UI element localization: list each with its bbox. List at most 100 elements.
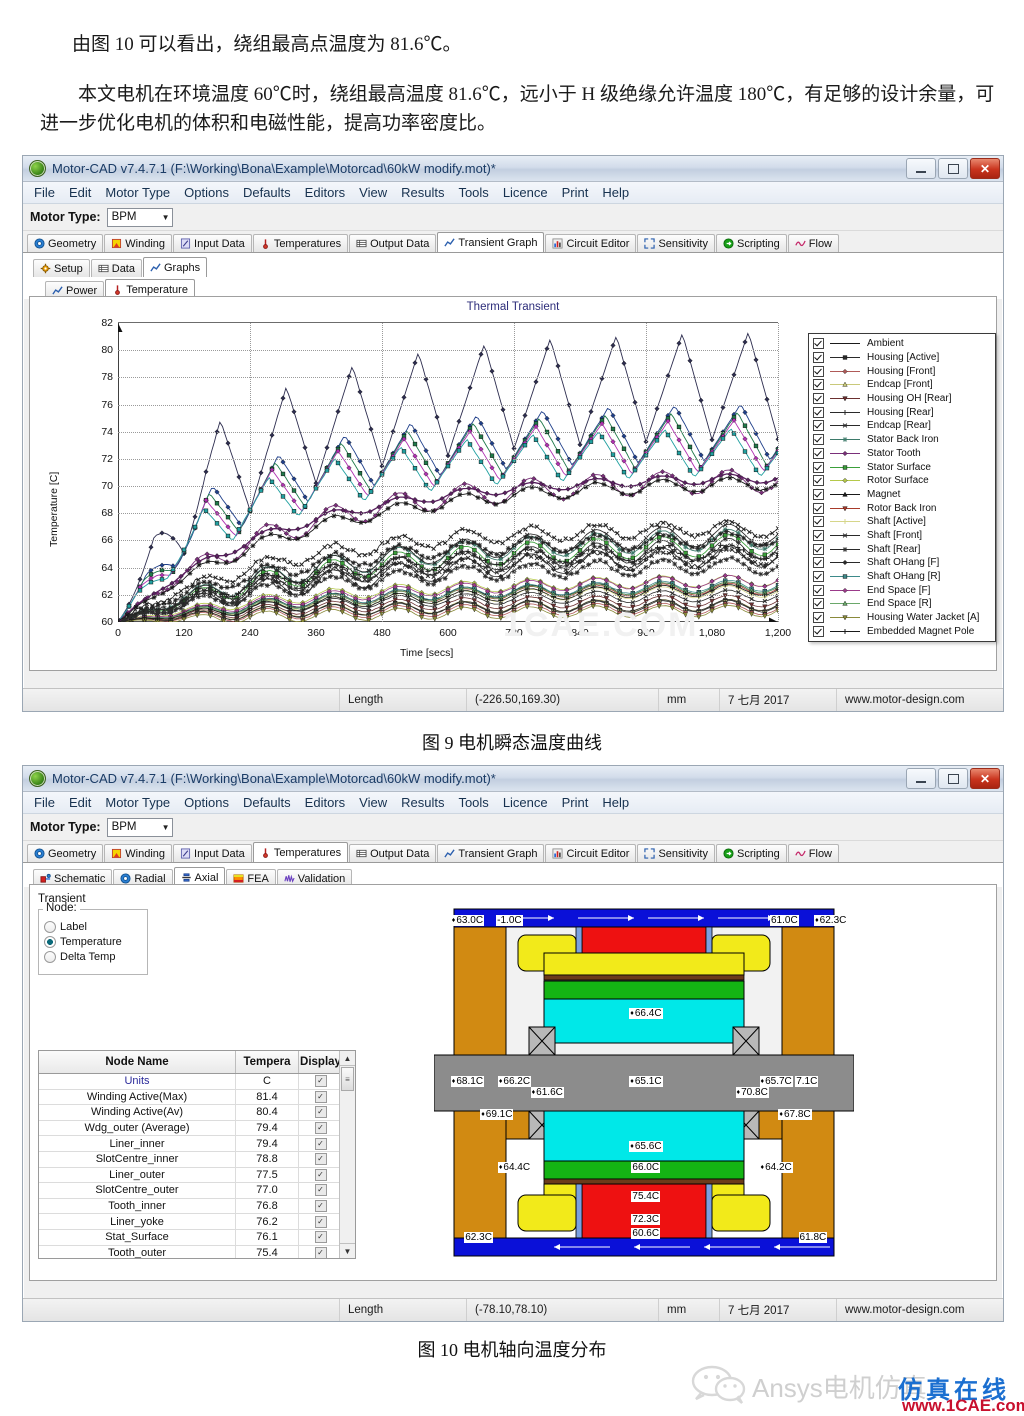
cell-display[interactable]: ✓ — [299, 1183, 343, 1198]
legend-checkbox[interactable] — [813, 584, 824, 596]
table-row[interactable]: Winding Active(Max) 81.4 ✓ — [39, 1089, 355, 1106]
tab-flow[interactable]: Flow — [787, 844, 840, 862]
column-header-node-name[interactable]: Node Name — [39, 1051, 236, 1073]
display-checkbox[interactable]: ✓ — [314, 1246, 327, 1258]
tab-input-data[interactable]: Input Data — [173, 844, 252, 862]
close-button-2[interactable]: ✕ — [970, 768, 1000, 789]
tab-input-data[interactable]: Input Data — [173, 234, 252, 252]
menu-item-edit[interactable]: Edit — [62, 184, 98, 201]
display-checkbox[interactable]: ✓ — [314, 1200, 327, 1213]
cell-display[interactable]: ✓ — [299, 1136, 343, 1151]
legend-item[interactable]: Shaft OHang [F] — [813, 556, 991, 570]
close-button[interactable]: ✕ — [970, 158, 1000, 179]
table-row[interactable]: SlotCentre_inner 78.8 ✓ — [39, 1151, 355, 1168]
legend-item[interactable]: Rotor Back Iron — [813, 501, 991, 515]
column-header-display[interactable]: Display — [299, 1051, 343, 1073]
display-checkbox[interactable]: ✓ — [314, 1231, 327, 1244]
legend-checkbox[interactable] — [813, 406, 824, 418]
legend-item[interactable]: Housing [Active] — [813, 351, 991, 365]
table-row[interactable]: Tooth_outer 75.4 ✓ — [39, 1245, 355, 1258]
legend-checkbox[interactable] — [813, 461, 824, 473]
legend-checkbox[interactable] — [813, 338, 824, 350]
menu-item-help[interactable]: Help — [595, 184, 636, 201]
tab-winding[interactable]: Winding — [104, 844, 173, 862]
menu-item-help[interactable]: Help — [595, 794, 636, 811]
tab-flow[interactable]: Flow — [787, 234, 840, 252]
node-radio-group[interactable]: Label Temperature Delta Temp — [39, 910, 147, 964]
tab-winding[interactable]: Winding — [104, 234, 173, 252]
menu-item-options[interactable]: Options — [177, 184, 236, 201]
tab-transient-graph[interactable]: Transient Graph — [437, 232, 545, 252]
legend-checkbox[interactable] — [813, 516, 824, 528]
legend-item[interactable]: Endcap [Front] — [813, 378, 991, 392]
tab-circuit-editor[interactable]: Circuit Editor — [545, 234, 637, 252]
menu-item-edit[interactable]: Edit — [62, 794, 98, 811]
menu-item-defaults[interactable]: Defaults — [236, 794, 298, 811]
legend-item[interactable]: Housing Water Jacket [A] — [813, 611, 991, 625]
minimize-button[interactable] — [906, 158, 936, 179]
window1-titlebar[interactable]: Motor-CAD v7.4.7.1 (F:\Working\Bona\Exam… — [23, 156, 1003, 182]
menu-item-licence[interactable]: Licence — [496, 184, 555, 201]
radio-label[interactable]: Label — [44, 919, 147, 934]
scroll-down-icon[interactable]: ▼ — [340, 1243, 355, 1258]
cell-display[interactable]: ✓ — [299, 1089, 343, 1105]
tab-scripting[interactable]: Scripting — [715, 844, 787, 862]
legend-item[interactable]: Ambient — [813, 337, 991, 351]
legend-checkbox[interactable] — [813, 543, 824, 555]
cell-display[interactable]: ✓ — [299, 1074, 343, 1089]
legend-checkbox[interactable] — [813, 365, 824, 377]
table-row[interactable]: SlotCentre_outer 77.0 ✓ — [39, 1183, 355, 1199]
node-table[interactable]: Node Name Tempera Display Units C ✓ Winding A… — [38, 1050, 356, 1259]
scroll-up-icon[interactable]: ▲ — [340, 1051, 355, 1066]
menu-item-view[interactable]: View — [352, 184, 394, 201]
table-row[interactable]: Units C ✓ — [39, 1074, 355, 1090]
table-row[interactable]: Liner_outer 77.5 ✓ — [39, 1167, 355, 1184]
tab-sensitivity[interactable]: Sensitivity — [637, 844, 715, 862]
tab-graphs[interactable]: Graphs — [143, 257, 208, 277]
radio-delta-temp[interactable]: Delta Temp — [44, 949, 147, 964]
legend-item[interactable]: Shaft [Rear] — [813, 542, 991, 556]
table-row[interactable]: Liner_inner 79.4 ✓ — [39, 1136, 355, 1152]
cell-display[interactable]: ✓ — [299, 1198, 343, 1214]
legend-item[interactable]: Magnet — [813, 488, 991, 502]
column-header-tempera[interactable]: Tempera — [236, 1051, 299, 1073]
legend-checkbox[interactable] — [813, 571, 824, 583]
tab-scripting[interactable]: Scripting — [715, 234, 787, 252]
motor-type-combo-2[interactable]: BPM ▼ — [106, 817, 173, 837]
display-checkbox[interactable]: ✓ — [314, 1168, 327, 1181]
scroll-thumb[interactable]: ≡ — [341, 1067, 354, 1091]
legend-checkbox[interactable] — [813, 352, 824, 364]
tab-transient-graph[interactable]: Transient Graph — [437, 844, 545, 862]
legend-checkbox[interactable] — [813, 529, 824, 541]
tab-sensitivity[interactable]: Sensitivity — [637, 234, 715, 252]
radio-temperature[interactable]: Temperature — [44, 934, 147, 949]
legend-item[interactable]: Shaft OHang [R] — [813, 570, 991, 584]
legend-item[interactable]: Shaft [Active] — [813, 515, 991, 529]
menu-item-results[interactable]: Results — [394, 794, 451, 811]
display-checkbox[interactable]: ✓ — [314, 1106, 327, 1119]
maximize-button-2[interactable] — [938, 768, 968, 789]
legend-checkbox[interactable] — [813, 502, 824, 514]
legend-checkbox[interactable] — [813, 625, 824, 637]
tab-temperatures[interactable]: Temperatures — [252, 842, 349, 862]
legend-checkbox[interactable] — [813, 612, 824, 624]
legend-item[interactable]: End Space [F] — [813, 583, 991, 597]
menu-item-motor-type[interactable]: Motor Type — [98, 184, 177, 201]
menu-item-tools[interactable]: Tools — [451, 184, 495, 201]
legend-checkbox[interactable] — [813, 420, 824, 432]
legend-item[interactable]: Stator Tooth — [813, 447, 991, 461]
tab-temperatures[interactable]: Temperatures — [252, 234, 349, 252]
chart-legend[interactable]: Ambient Housing [Active] Housing [Front] En… — [808, 333, 996, 643]
menu-item-defaults[interactable]: Defaults — [236, 184, 298, 201]
menu-item-print[interactable]: Print — [555, 184, 596, 201]
cell-display[interactable]: ✓ — [299, 1167, 343, 1183]
cell-display[interactable]: ✓ — [299, 1229, 343, 1245]
tab-circuit-editor[interactable]: Circuit Editor — [545, 844, 637, 862]
cell-display[interactable]: ✓ — [299, 1214, 343, 1229]
menu-item-licence[interactable]: Licence — [496, 794, 555, 811]
menu-item-file[interactable]: File — [27, 794, 62, 811]
table-row[interactable]: Liner_yoke 76.2 ✓ — [39, 1214, 355, 1230]
legend-checkbox[interactable] — [813, 488, 824, 500]
legend-item[interactable]: Stator Surface — [813, 460, 991, 474]
menu-item-file[interactable]: File — [27, 184, 62, 201]
